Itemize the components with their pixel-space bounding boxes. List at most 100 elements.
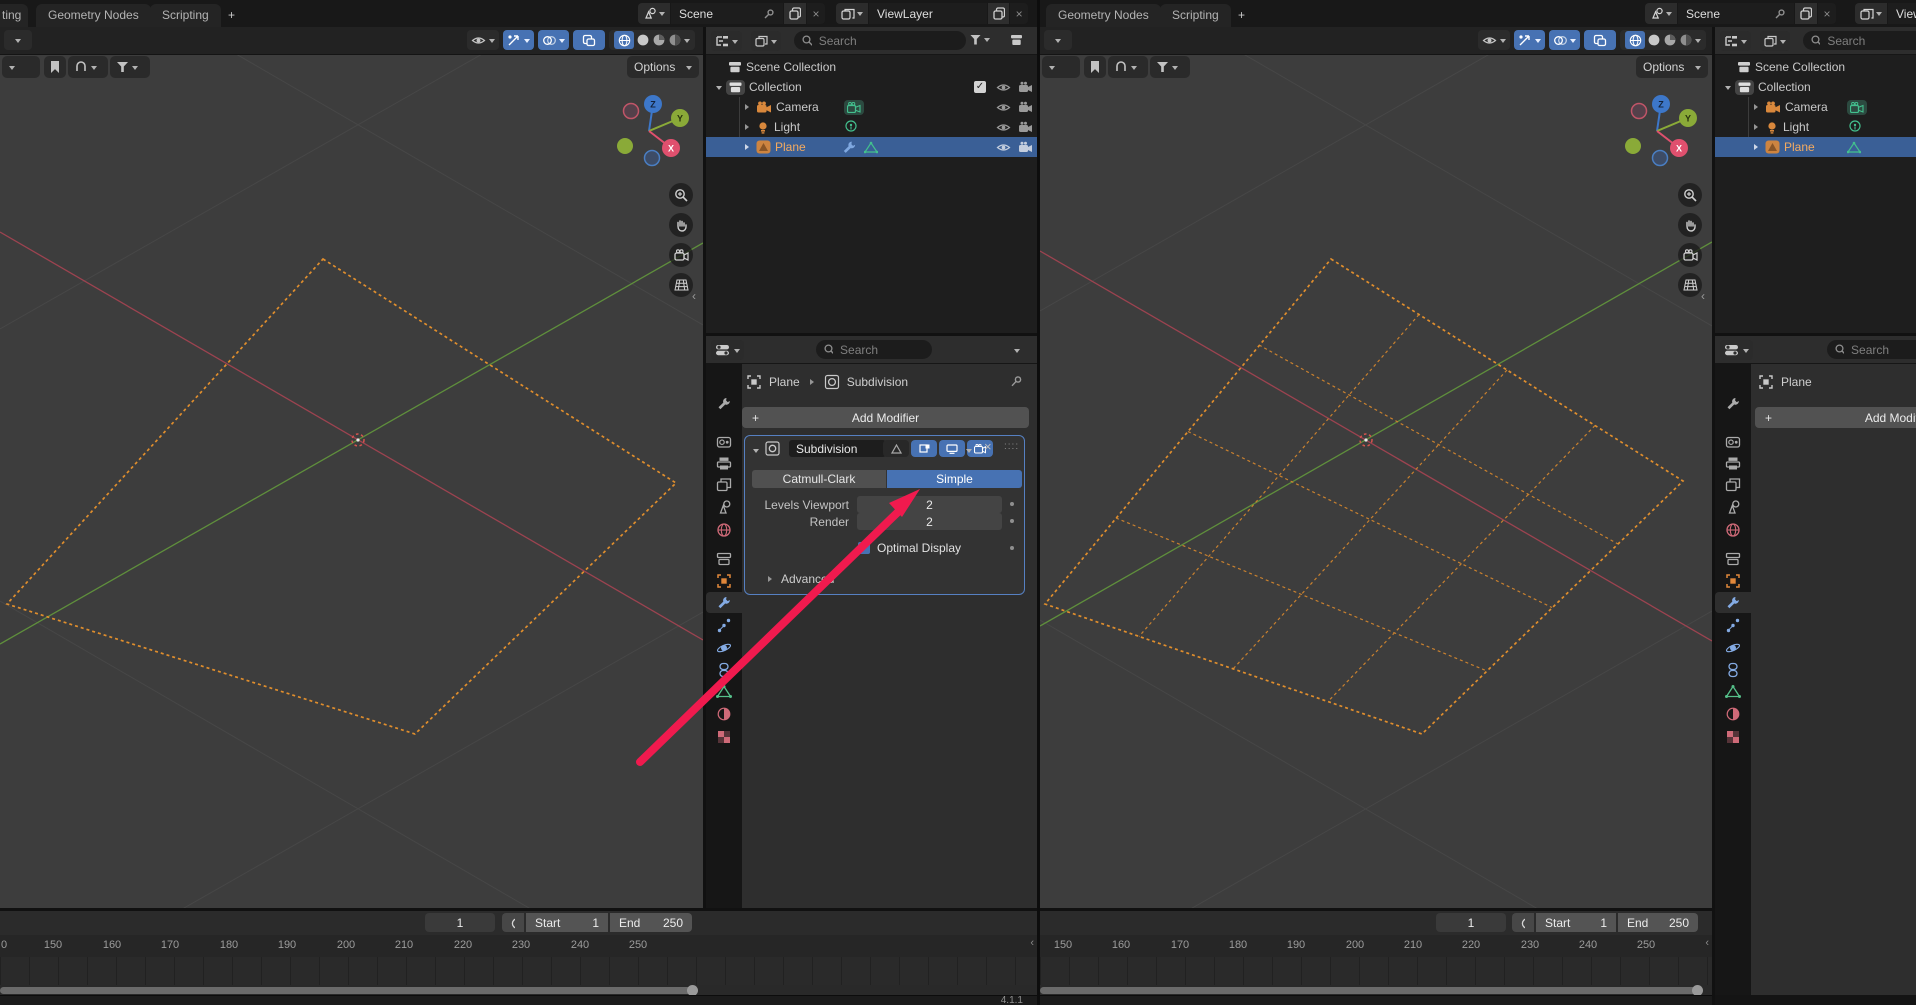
options-dropdown[interactable]: Options bbox=[1636, 56, 1708, 78]
tab-object-data[interactable] bbox=[706, 681, 742, 702]
tab-physics[interactable] bbox=[1715, 637, 1751, 658]
outliner-search[interactable] bbox=[794, 31, 966, 50]
camera-data-icon[interactable] bbox=[1847, 100, 1867, 115]
collection-checkbox[interactable]: ✓ bbox=[974, 81, 986, 93]
viewport-3d[interactable]: Z Y X bbox=[1040, 27, 1712, 911]
animate-decorator[interactable] bbox=[1010, 519, 1014, 523]
tab-physics[interactable] bbox=[706, 637, 742, 658]
tab-render[interactable] bbox=[706, 431, 742, 452]
use-preview-range-button[interactable] bbox=[502, 913, 524, 932]
properties-search[interactable] bbox=[1827, 340, 1916, 359]
camera-data-icon[interactable] bbox=[844, 100, 864, 115]
bookmark-button[interactable] bbox=[1084, 56, 1106, 78]
tab-world[interactable] bbox=[1715, 519, 1751, 540]
scene-unlink-button[interactable]: × bbox=[807, 3, 825, 24]
tab-constraints[interactable] bbox=[706, 659, 742, 680]
advanced-section-toggle[interactable]: Advanced bbox=[765, 572, 834, 586]
timeline-scrollbar-handle[interactable] bbox=[687, 985, 698, 995]
gizmo-negative-x-ball[interactable] bbox=[1632, 104, 1647, 119]
shading-wireframe-button[interactable] bbox=[1625, 31, 1645, 49]
tab-modifiers-active[interactable] bbox=[1715, 592, 1751, 613]
xray-toggle[interactable] bbox=[573, 30, 605, 50]
timeline-track[interactable] bbox=[0, 957, 1037, 985]
snapping-dropdown[interactable] bbox=[68, 56, 108, 78]
outliner-filter-id-dropdown[interactable] bbox=[1760, 31, 1790, 51]
gizmo-negative-z-ball[interactable] bbox=[1653, 151, 1668, 166]
outliner-row-camera[interactable]: Camera bbox=[706, 97, 1037, 117]
tab-material[interactable] bbox=[1715, 703, 1751, 724]
animate-decorator[interactable] bbox=[1010, 502, 1014, 506]
navigation-gizmo[interactable]: Z Y X bbox=[617, 95, 689, 166]
tab-scene[interactable] bbox=[706, 496, 742, 517]
scene-copy-button[interactable] bbox=[784, 3, 806, 24]
view-layer-copy-button[interactable] bbox=[988, 3, 1010, 24]
timeline-scrollbar-handle[interactable] bbox=[1692, 985, 1703, 995]
pin-icon[interactable] bbox=[1774, 8, 1786, 20]
on-cage-toggle[interactable] bbox=[883, 440, 909, 457]
tab-scene[interactable] bbox=[1715, 496, 1751, 517]
region-collapse-arrow[interactable]: ‹ bbox=[1705, 937, 1709, 949]
shading-rendered-button[interactable] bbox=[668, 33, 682, 47]
shading-material-button[interactable] bbox=[1663, 33, 1677, 47]
light-data-icon[interactable] bbox=[1848, 120, 1862, 134]
expand-chevron-icon[interactable] bbox=[716, 86, 722, 93]
frame-end-field[interactable]: End250 bbox=[610, 913, 692, 932]
realtime-display-toggle[interactable] bbox=[939, 440, 965, 457]
outliner-filter-button[interactable] bbox=[970, 34, 990, 45]
breadcrumb-modifier[interactable]: Subdivision bbox=[847, 375, 908, 389]
expand-chevron-icon[interactable] bbox=[745, 124, 752, 130]
workspace-tab-scripting[interactable]: Scripting bbox=[150, 4, 221, 27]
workspace-tab-clipped[interactable]: ting bbox=[0, 4, 28, 27]
panel-collapse-chevron[interactable] bbox=[753, 449, 759, 456]
timeline-scrollbar[interactable] bbox=[1040, 987, 1700, 994]
scene-browse-button[interactable] bbox=[1645, 3, 1677, 24]
outliner-display-mode-dropdown[interactable] bbox=[1720, 31, 1751, 51]
outliner-row-scene-collection[interactable]: Scene Collection bbox=[706, 57, 1037, 77]
expand-chevron-icon[interactable] bbox=[1725, 86, 1731, 93]
new-collection-button[interactable] bbox=[1010, 33, 1025, 47]
editor-type-button[interactable] bbox=[4, 30, 32, 50]
workspace-tab-add-button[interactable]: + bbox=[1226, 4, 1257, 27]
expand-chevron-icon[interactable] bbox=[1754, 144, 1761, 150]
tab-collection[interactable] bbox=[706, 548, 742, 569]
filter-dropdown[interactable] bbox=[110, 56, 150, 78]
tab-object[interactable] bbox=[1715, 570, 1751, 591]
plane-wireframe-subdivided[interactable] bbox=[1045, 259, 1683, 734]
tab-render[interactable] bbox=[1715, 431, 1751, 452]
tab-constraints[interactable] bbox=[1715, 659, 1751, 680]
pin-icon[interactable] bbox=[763, 8, 775, 20]
scene-unlink-button[interactable]: × bbox=[1818, 3, 1836, 24]
frame-end-field[interactable]: End250 bbox=[1618, 913, 1698, 932]
hide-eye-icon[interactable] bbox=[996, 122, 1011, 133]
edit-mode-display-toggle[interactable] bbox=[911, 440, 937, 457]
shading-material-button[interactable] bbox=[652, 33, 666, 47]
disable-in-renders-camera-icon[interactable] bbox=[1018, 121, 1033, 133]
show-overlays-toggle[interactable] bbox=[538, 30, 569, 50]
tool-dropdown[interactable] bbox=[2, 56, 40, 78]
use-preview-range-button[interactable] bbox=[1512, 913, 1534, 932]
optimal-display-checkbox[interactable]: ✓ bbox=[858, 542, 870, 554]
light-data-icon[interactable] bbox=[844, 120, 858, 134]
outliner-row-plane-selected[interactable]: Plane bbox=[1715, 137, 1916, 157]
properties-editor-type-dropdown[interactable] bbox=[711, 340, 744, 360]
disable-in-renders-camera-icon[interactable] bbox=[1018, 141, 1033, 153]
timeline-ruler[interactable]: 150 160 170 180 190 200 210 220 230 240 … bbox=[1040, 935, 1712, 957]
gizmo-negative-x-ball[interactable] bbox=[624, 104, 639, 119]
viewport-3d-scene[interactable]: Z Y X bbox=[0, 27, 703, 911]
breadcrumb-object[interactable]: Plane bbox=[1781, 375, 1812, 389]
tab-modifiers-active[interactable] bbox=[706, 592, 742, 613]
modifier-extras-chevron[interactable] bbox=[966, 449, 972, 456]
view-layer-remove-button[interactable]: × bbox=[1010, 3, 1028, 24]
drag-handle-icon[interactable]: :::: bbox=[1004, 441, 1019, 452]
outliner-display-mode-dropdown[interactable] bbox=[711, 31, 742, 51]
mesh-data-icon[interactable] bbox=[864, 141, 878, 154]
view-layer-name-field[interactable]: ViewLayer bbox=[1888, 3, 1916, 24]
editor-type-button[interactable] bbox=[1044, 30, 1072, 50]
expand-chevron-icon[interactable] bbox=[745, 104, 752, 110]
tab-object-data[interactable] bbox=[1715, 681, 1751, 702]
properties-search-input[interactable] bbox=[1849, 342, 1916, 358]
tab-output[interactable] bbox=[706, 453, 742, 474]
sidebar-collapse-arrow[interactable]: ‹ bbox=[1701, 289, 1705, 303]
show-gizmo-toggle[interactable] bbox=[1514, 30, 1545, 50]
outliner-row-plane-selected[interactable]: Plane bbox=[706, 137, 1037, 157]
